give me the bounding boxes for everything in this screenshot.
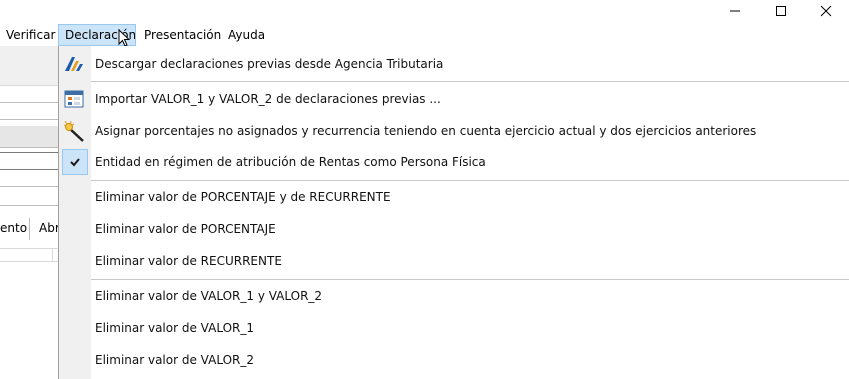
background-toolbar (0, 46, 58, 86)
menu-ayuda[interactable]: Ayuda (222, 24, 271, 46)
close-button[interactable] (803, 0, 849, 22)
background-input-2 (0, 186, 58, 206)
menu-item-importar[interactable]: Importar VALOR_1 y VALOR_2 de declaracio… (59, 84, 849, 114)
menu-item-eliminar-recurrente[interactable]: Eliminar valor de RECURRENTE (59, 246, 849, 276)
menu-item-eliminar-valor2[interactable]: Eliminar valor de VALOR_2 (59, 345, 849, 375)
menu-separator (91, 81, 849, 82)
menu-item-eliminar-porcentaje[interactable]: Eliminar valor de PORCENTAJE (59, 214, 849, 244)
close-icon (820, 5, 832, 17)
menu-item-eliminar-valor1-valor2-label: Eliminar valor de VALOR_1 y VALOR_2 (95, 289, 323, 303)
declaracion-dropdown-menu: Descargar declaraciones previas desde Ag… (58, 46, 849, 379)
menu-item-importar-label: Importar VALOR_1 y VALOR_2 de declaracio… (95, 92, 441, 106)
background-input (0, 152, 58, 170)
background-tab-label: ento (0, 221, 28, 235)
import-table-icon (62, 87, 86, 111)
background-grid-row (0, 248, 58, 262)
menu-item-eliminar-porcentaje-recurrente-label: Eliminar valor de PORCENTAJE y de RECURR… (95, 190, 391, 204)
menu-item-eliminar-valor1[interactable]: Eliminar valor de VALOR_1 (59, 313, 849, 343)
background-field (0, 102, 58, 120)
menu-item-eliminar-valor1-valor2[interactable]: Eliminar valor de VALOR_1 y VALOR_2 (59, 281, 849, 311)
minimize-icon (730, 10, 740, 12)
maximize-button[interactable] (758, 0, 804, 22)
menu-item-descargar-label: Descargar declaraciones previas desde Ag… (95, 57, 444, 71)
title-bar (0, 0, 849, 24)
background-header (0, 126, 58, 148)
checkmark-icon (70, 158, 80, 167)
maximize-icon (776, 6, 786, 16)
menu-item-eliminar-valor1-label: Eliminar valor de VALOR_1 (95, 321, 254, 335)
background-tab-label-2: Abri (39, 221, 58, 235)
menu-presentacion[interactable]: Presentación (138, 24, 227, 46)
menu-item-entidad-rentas[interactable]: Entidad en régimen de atribución de Rent… (59, 147, 849, 177)
magic-wand-icon (62, 119, 86, 143)
checked-indicator (62, 149, 88, 175)
menu-ayuda-label: Ayuda (228, 28, 266, 42)
background-grid-line (52, 248, 53, 262)
menu-separator (91, 180, 849, 181)
background-divider (29, 218, 30, 240)
minimize-button[interactable] (712, 0, 758, 22)
menu-verificar-label: Verificar (6, 28, 56, 42)
menu-item-eliminar-porcentaje-recurrente[interactable]: Eliminar valor de PORCENTAJE y de RECURR… (59, 182, 849, 212)
menu-item-descargar[interactable]: Descargar declaraciones previas desde Ag… (59, 49, 849, 79)
menu-item-entidad-rentas-label: Entidad en régimen de atribución de Rent… (95, 155, 486, 169)
agencia-tributaria-logo-icon (62, 52, 86, 76)
menu-verificar[interactable]: Verificar (0, 24, 61, 46)
menu-separator (91, 279, 849, 280)
menu-item-eliminar-porcentaje-label: Eliminar valor de PORCENTAJE (95, 222, 276, 236)
menu-item-asignar-label: Asignar porcentajes no asignados y recur… (95, 124, 757, 138)
menu-item-asignar[interactable]: Asignar porcentajes no asignados y recur… (59, 116, 849, 146)
menu-item-eliminar-valor2-label: Eliminar valor de VALOR_2 (95, 353, 254, 367)
menu-item-eliminar-recurrente-label: Eliminar valor de RECURRENTE (95, 254, 282, 268)
menu-presentacion-label: Presentación (144, 28, 222, 42)
menu-bar: Verificar Declaración Presentación Ayuda (0, 24, 849, 47)
